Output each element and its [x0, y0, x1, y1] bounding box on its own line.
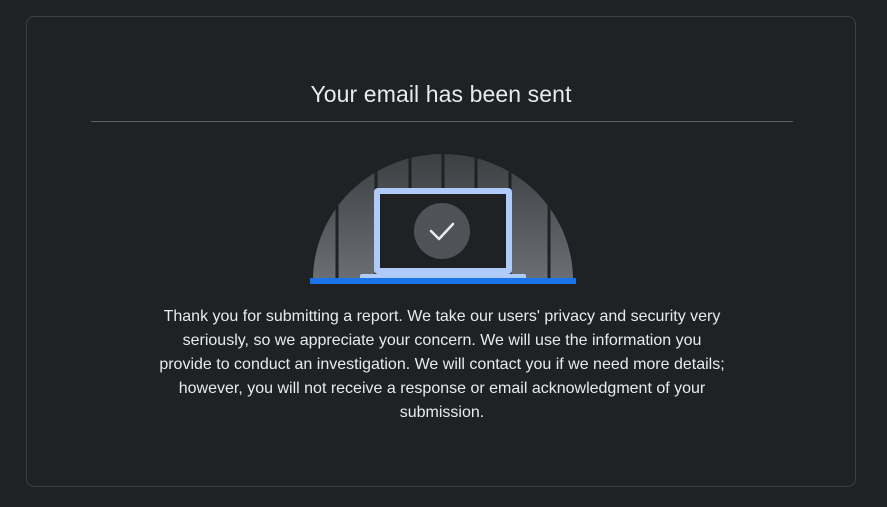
- base-bar: [310, 278, 576, 284]
- dialog-title: Your email has been sent: [310, 81, 572, 107]
- email-sent-illustration: [310, 154, 576, 284]
- confirmation-dialog: Your email has been sent Thank you for s…: [26, 16, 856, 487]
- check-icon: [414, 203, 470, 259]
- confirmation-message: Thank you for submitting a report. We ta…: [159, 308, 725, 421]
- title-divider: [91, 121, 793, 122]
